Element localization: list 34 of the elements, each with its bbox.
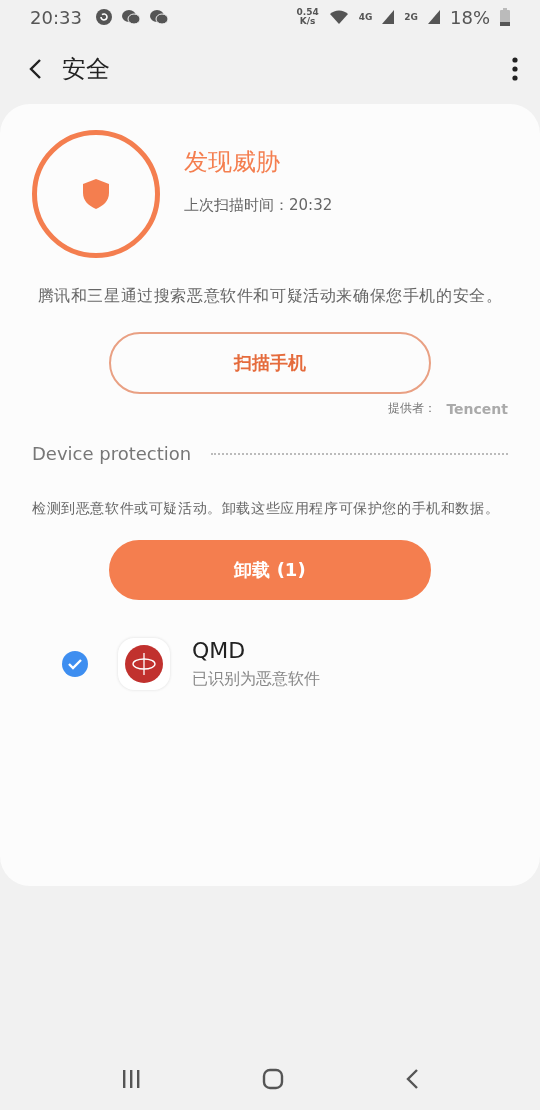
uninstall-button[interactable]: 卸载 (1) bbox=[109, 540, 431, 600]
wifi-icon bbox=[328, 9, 349, 25]
last-scan-time: 上次扫描时间：20:32 bbox=[184, 195, 333, 215]
provider-name: Tencent bbox=[446, 400, 508, 417]
sync-icon bbox=[95, 9, 112, 25]
chat-icon bbox=[149, 9, 168, 25]
app-status: 已识别为恶意软件 bbox=[192, 669, 320, 690]
page-title: 安全 bbox=[62, 54, 111, 85]
speed-unit: K/s bbox=[299, 17, 316, 26]
status-title: 发现威胁 bbox=[184, 146, 281, 178]
section-description: 检测到恶意软件或可疑活动。卸载这些应用程序可保护您的手机和数据。 bbox=[32, 499, 501, 518]
network-label: 2G bbox=[404, 12, 418, 22]
signal-icon bbox=[382, 10, 395, 24]
provider-label: 提供者： bbox=[388, 400, 437, 417]
section-title: Device protection bbox=[32, 443, 192, 464]
check-icon bbox=[68, 658, 82, 670]
scan-button[interactable]: 扫描手机 bbox=[109, 332, 431, 394]
battery-icon bbox=[500, 8, 510, 26]
back-icon bbox=[28, 58, 42, 80]
home-icon bbox=[262, 1068, 284, 1090]
chat-icon bbox=[121, 9, 140, 25]
network-speed: 0.54 bbox=[296, 8, 319, 17]
app-name: QMD bbox=[192, 638, 247, 663]
shield-icon bbox=[83, 179, 109, 209]
app-icon bbox=[118, 638, 170, 690]
security-description: 腾讯和三星通过搜索恶意软件和可疑活动来确保您手机的安全。 bbox=[36, 285, 504, 307]
recent-apps-icon bbox=[120, 1069, 141, 1089]
app-checkbox[interactable] bbox=[62, 651, 88, 677]
more-icon bbox=[512, 57, 518, 81]
network-label: 4G bbox=[358, 12, 373, 22]
back-icon bbox=[405, 1068, 420, 1090]
status-time: 20:33 bbox=[30, 6, 82, 28]
battery-percent: 18% bbox=[450, 6, 490, 28]
signal-icon bbox=[428, 10, 440, 24]
